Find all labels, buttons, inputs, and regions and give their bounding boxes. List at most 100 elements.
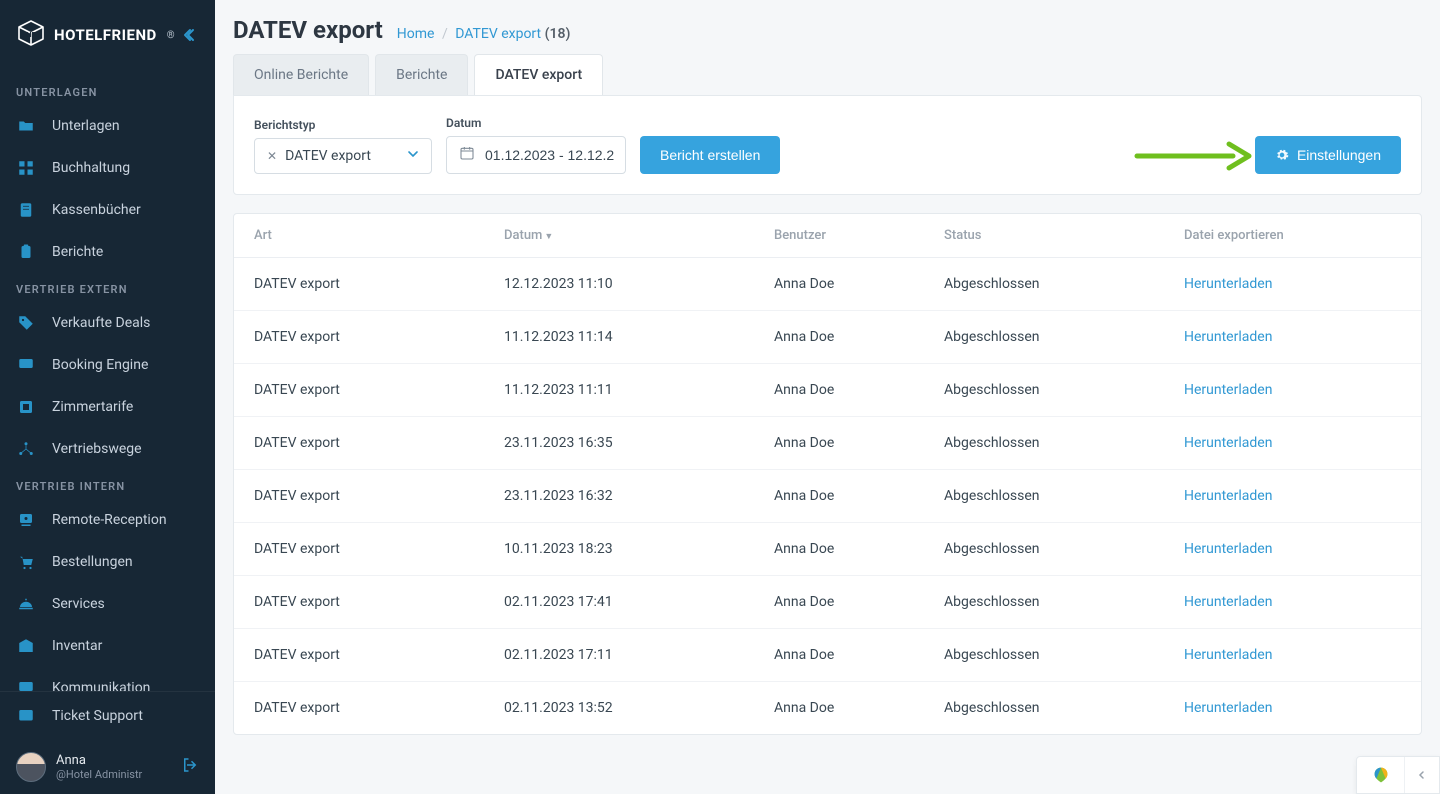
date-range-value[interactable] xyxy=(485,147,615,163)
date-range-input[interactable] xyxy=(446,136,626,174)
sidebar-item-label: Services xyxy=(52,596,105,612)
svg-text:HF: HF xyxy=(26,32,36,39)
sidebar-item[interactable]: Services xyxy=(0,583,215,625)
ticket-support-section: Ticket Support xyxy=(0,691,215,740)
report-type-label: Berichtstyp xyxy=(254,118,432,132)
cell-status: Abgeschlossen xyxy=(924,417,1164,470)
sidebar-item[interactable]: Verkaufte Deals xyxy=(0,302,215,344)
chat-icon xyxy=(16,678,36,691)
gear-icon xyxy=(1275,148,1289,162)
cell-download: Herunterladen xyxy=(1164,576,1421,629)
breadcrumb-current[interactable]: DATEV export xyxy=(455,26,541,42)
cell-status: Abgeschlossen xyxy=(924,682,1164,735)
cell-datum: 11.12.2023 11:14 xyxy=(484,311,754,364)
download-link[interactable]: Herunterladen xyxy=(1184,594,1272,610)
cell-art: DATEV export xyxy=(234,682,484,735)
sidebar-collapse-button[interactable] xyxy=(183,27,199,43)
download-link[interactable]: Herunterladen xyxy=(1184,435,1272,451)
page-title: DATEV export xyxy=(233,16,383,44)
cell-datum: 11.12.2023 11:11 xyxy=(484,364,754,417)
table-row: DATEV export11.12.2023 11:11Anna DoeAbge… xyxy=(234,364,1421,417)
cell-status: Abgeschlossen xyxy=(924,470,1164,523)
download-link[interactable]: Herunterladen xyxy=(1184,488,1272,504)
table-row: DATEV export10.11.2023 18:23Anna DoeAbge… xyxy=(234,523,1421,576)
current-user[interactable]: Anna @Hotel Administr xyxy=(0,740,215,794)
cell-status: Abgeschlossen xyxy=(924,629,1164,682)
download-link[interactable]: Herunterladen xyxy=(1184,329,1272,345)
cell-datum: 23.11.2023 16:32 xyxy=(484,470,754,523)
calendar-icon xyxy=(459,145,475,165)
settings-button[interactable]: Einstellungen xyxy=(1255,136,1401,174)
sidebar-item[interactable]: Booking Engine xyxy=(0,344,215,386)
sort-desc-icon: ▼ xyxy=(544,232,553,242)
ticket-support-label: Ticket Support xyxy=(52,708,143,724)
cell-art: DATEV export xyxy=(234,417,484,470)
tab[interactable]: Online Berichte xyxy=(233,54,369,95)
rate-icon xyxy=(16,397,36,417)
download-link[interactable]: Herunterladen xyxy=(1184,541,1272,557)
sidebar-item[interactable]: Kommunikation xyxy=(0,667,215,691)
cell-datum: 12.12.2023 11:10 xyxy=(484,258,754,311)
th-status[interactable]: Status xyxy=(924,214,1164,258)
logout-icon[interactable] xyxy=(181,756,199,778)
tab[interactable]: DATEV export xyxy=(474,54,603,95)
sidebar-item[interactable]: Kassenbücher xyxy=(0,189,215,231)
date-label: Datum xyxy=(446,116,626,130)
widget-chevron-left-icon[interactable] xyxy=(1405,757,1439,793)
registered-mark: ® xyxy=(167,30,175,41)
th-export[interactable]: Datei exportieren xyxy=(1164,214,1421,258)
grid-icon xyxy=(16,158,36,178)
table-row: DATEV export02.11.2023 13:52Anna DoeAbge… xyxy=(234,682,1421,735)
sidebar-item[interactable]: Bestellungen xyxy=(0,541,215,583)
sidebar-item[interactable]: Unterlagen xyxy=(0,105,215,147)
table-row: DATEV export02.11.2023 17:41Anna DoeAbge… xyxy=(234,576,1421,629)
sidebar-item-label: Berichte xyxy=(52,244,103,260)
cell-user: Anna Doe xyxy=(754,311,924,364)
tab[interactable]: Berichte xyxy=(375,54,468,95)
download-link[interactable]: Herunterladen xyxy=(1184,382,1272,398)
report-type-select[interactable]: ✕ DATEV export xyxy=(254,138,432,174)
cell-download: Herunterladen xyxy=(1164,417,1421,470)
sidebar-item-label: Booking Engine xyxy=(52,357,148,373)
download-link[interactable]: Herunterladen xyxy=(1184,647,1272,663)
download-link[interactable]: Herunterladen xyxy=(1184,700,1272,716)
cell-download: Herunterladen xyxy=(1164,364,1421,417)
th-art[interactable]: Art xyxy=(234,214,484,258)
sidebar-scroll[interactable]: UNTERLAGENUnterlagenBuchhaltungKassenbüc… xyxy=(0,76,215,691)
sidebar: HF HOTELFRIEND® UNTERLAGENUnterlagenBuch… xyxy=(0,0,215,794)
cell-art: DATEV export xyxy=(234,470,484,523)
bottom-right-widget[interactable] xyxy=(1356,756,1440,794)
monitor-icon xyxy=(16,355,36,375)
cashbook-icon xyxy=(16,200,36,220)
cell-user: Anna Doe xyxy=(754,470,924,523)
logo-icon: HF xyxy=(16,18,46,52)
cell-datum: 23.11.2023 16:35 xyxy=(484,417,754,470)
services-icon xyxy=(16,594,36,614)
download-link[interactable]: Herunterladen xyxy=(1184,276,1272,292)
sidebar-item[interactable]: Vertriebswege xyxy=(0,428,215,470)
sidebar-item[interactable]: Inventar xyxy=(0,625,215,667)
sidebar-item[interactable]: Remote-Reception xyxy=(0,499,215,541)
filter-panel: Berichtstyp ✕ DATEV export Datum xyxy=(233,95,1422,195)
sidebar-item[interactable]: Zimmertarife xyxy=(0,386,215,428)
folder-icon xyxy=(16,116,36,136)
annotation-arrow xyxy=(1133,138,1253,178)
cell-user: Anna Doe xyxy=(754,682,924,735)
sidebar-item-ticket-support[interactable]: Ticket Support xyxy=(0,692,215,740)
sidebar-item-label: Bestellungen xyxy=(52,554,133,570)
cell-art: DATEV export xyxy=(234,523,484,576)
cell-status: Abgeschlossen xyxy=(924,576,1164,629)
reception-icon xyxy=(16,510,36,530)
create-report-button[interactable]: Bericht erstellen xyxy=(640,136,780,174)
th-datum[interactable]: Datum▼ xyxy=(484,214,754,258)
page-header: DATEV export Home / DATEV export (18) xyxy=(215,0,1440,54)
breadcrumb-home[interactable]: Home xyxy=(397,26,435,42)
sidebar-item-label: Zimmertarife xyxy=(52,399,133,415)
cell-art: DATEV export xyxy=(234,258,484,311)
sidebar-item[interactable]: Berichte xyxy=(0,231,215,273)
clear-icon[interactable]: ✕ xyxy=(267,149,277,163)
th-benutzer[interactable]: Benutzer xyxy=(754,214,924,258)
sidebar-item[interactable]: Buchhaltung xyxy=(0,147,215,189)
cell-user: Anna Doe xyxy=(754,364,924,417)
sidebar-item-label: Buchhaltung xyxy=(52,160,130,176)
